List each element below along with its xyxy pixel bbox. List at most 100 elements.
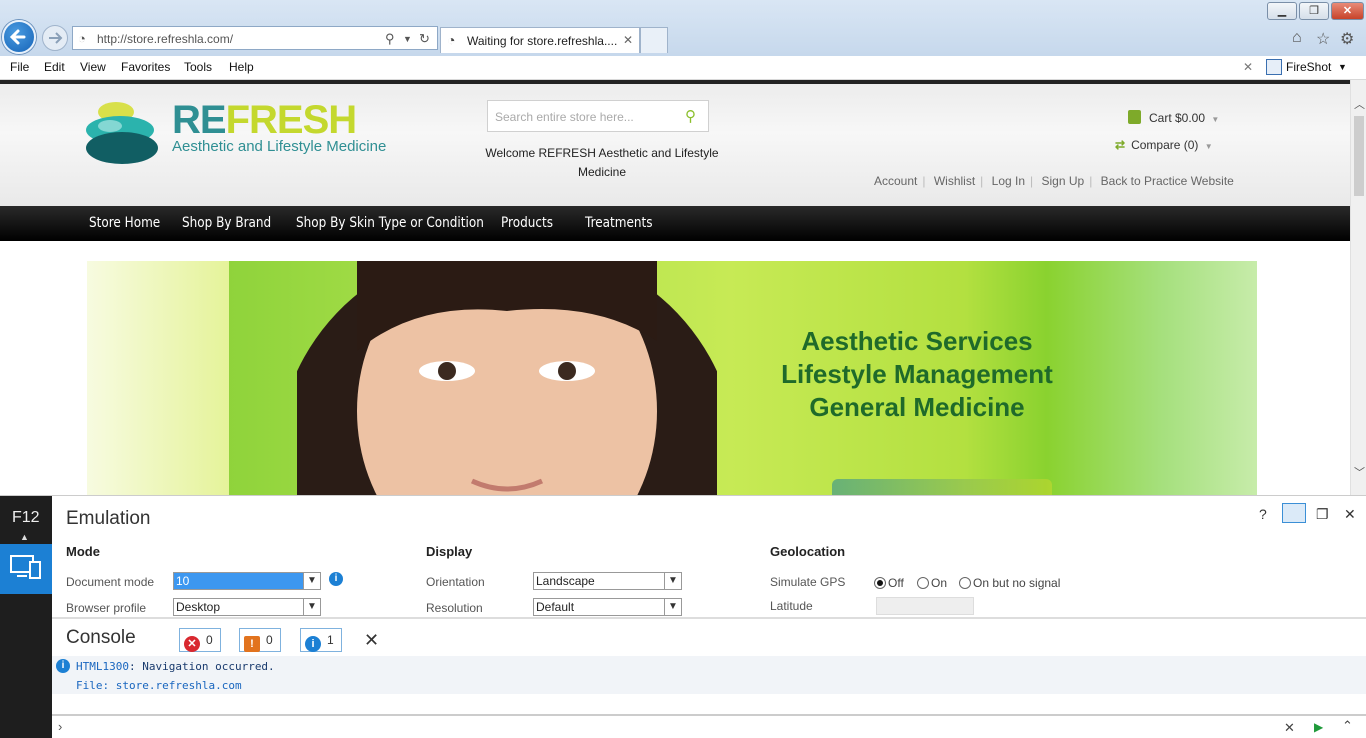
close-window-button[interactable]: ✕ <box>1331 2 1364 20</box>
store-header: REFRESH Aesthetic and Lifestyle Medicine… <box>0 80 1350 206</box>
account-link[interactable]: Account <box>874 174 917 188</box>
simulate-gps-label: Simulate GPS <box>770 575 846 589</box>
gear-icon[interactable]: ⚙ <box>1340 29 1354 49</box>
store-search-input[interactable]: Search entire store here... ⚲ <box>487 100 709 132</box>
search-icon[interactable]: ⚲ <box>685 107 696 125</box>
scroll-thumb[interactable] <box>1354 116 1364 196</box>
error-icon: ✕ <box>184 636 200 652</box>
info-icon: i <box>56 659 70 673</box>
console-message: HTML1300: Navigation occurred. <box>76 660 275 673</box>
errors-filter-button[interactable]: ✕ 0 <box>179 628 221 652</box>
home-icon[interactable]: ⌂ <box>1292 29 1302 47</box>
info-icon[interactable]: i <box>329 572 343 586</box>
emulation-title: Emulation <box>66 508 151 529</box>
back-to-practice-link[interactable]: Back to Practice Website <box>1101 174 1234 188</box>
display-section-title: Display <box>426 544 473 559</box>
chevron-down-icon: ▼ <box>1211 115 1220 124</box>
web-page: REFRESH Aesthetic and Lifestyle Medicine… <box>0 80 1350 495</box>
header-links: Account | Wishlist | Log In | Sign Up | Back… <box>874 174 1234 188</box>
resolution-select[interactable]: Default ▼ <box>533 598 682 616</box>
nav-treatments[interactable]: Treatments <box>585 215 653 231</box>
fireshot-dropdown-icon[interactable]: ▼ <box>1338 62 1347 72</box>
minimize-button[interactable]: ▁ <box>1267 2 1297 20</box>
menu-file[interactable]: File <box>10 60 29 74</box>
login-link[interactable]: Log In <box>992 174 1025 188</box>
info-filter-button[interactable]: i1 <box>300 628 342 652</box>
f12-label: F12 <box>12 509 40 526</box>
menu-edit[interactable]: Edit <box>44 60 65 74</box>
restore-button[interactable]: ❐ <box>1299 2 1329 20</box>
page-scrollbar[interactable]: ︿ ﹀ <box>1350 80 1366 495</box>
cart-label: Cart $0.00 <box>1149 111 1206 125</box>
compare-label: Compare (0) <box>1131 138 1199 152</box>
orientation-select[interactable]: Landscape ▼ <box>533 572 682 590</box>
gps-no-signal-radio[interactable]: On but no signal <box>959 576 1060 590</box>
console-splitter[interactable] <box>52 617 1366 619</box>
favorites-star-icon[interactable]: ☆ <box>1316 29 1330 49</box>
wishlist-link[interactable]: Wishlist <box>934 174 975 188</box>
signup-link[interactable]: Sign Up <box>1041 174 1084 188</box>
fireshot-icon <box>1266 59 1282 75</box>
warnings-filter-button[interactable]: ! 0 <box>239 628 281 652</box>
chevron-down-icon: ▼ <box>303 573 320 589</box>
new-tab-button[interactable] <box>640 27 668 53</box>
browser-profile-select[interactable]: Desktop ▼ <box>173 598 321 616</box>
close-tab-icon[interactable]: ✕ <box>623 33 633 47</box>
compare-arrows-icon: ⇄ <box>1115 138 1126 152</box>
expand-input-icon[interactable]: ⌃ <box>1342 718 1353 734</box>
nav-shop-by-skin-type[interactable]: Shop By Skin Type or Condition <box>296 215 484 231</box>
emulation-tool-tab[interactable] <box>0 544 52 594</box>
close-toolbar-icon[interactable]: ✕ <box>1243 60 1253 74</box>
hero-banner[interactable]: Aesthetic Services Lifestyle Management … <box>87 261 1257 495</box>
banner-line-1: Aesthetic Services <box>801 326 1033 356</box>
warning-icon: ! <box>244 636 260 652</box>
menu-tools[interactable]: Tools <box>184 60 212 74</box>
dropdown-arrow-icon[interactable]: ▼ <box>403 34 412 44</box>
undock-icon[interactable]: ❐ <box>1316 506 1329 523</box>
console-file-link[interactable]: File: store.refreshla.com <box>76 679 242 692</box>
tab-loading-icon: ◔ <box>447 32 456 48</box>
browser-profile-value: Desktop <box>176 600 221 614</box>
menu-help[interactable]: Help <box>229 60 254 74</box>
chevron-down-icon: ▼ <box>664 573 681 589</box>
logo-wordmark: REFRESH <box>172 98 357 143</box>
clear-console-icon[interactable]: ✕ <box>364 630 379 651</box>
devtools-panel: F12 ▲ Emulation ? ❐ ✕ Mode Display Geolo… <box>0 495 1366 738</box>
run-icon[interactable]: ▶ <box>1314 720 1323 734</box>
latitude-input[interactable] <box>876 597 974 615</box>
browser-tab[interactable]: ◔ Waiting for store.refreshla.... ✕ <box>440 27 640 53</box>
address-bar[interactable]: ◔ http://store.refreshla.com/ ⚲ ▼ ↻ <box>72 26 438 50</box>
console-input[interactable]: › ✕ ▶ ⌃ <box>52 714 1366 738</box>
banner-logo-partial <box>832 479 1052 495</box>
forward-button[interactable] <box>42 25 68 51</box>
nav-shop-by-brand[interactable]: Shop By Brand <box>182 215 271 231</box>
fireshot-button[interactable]: FireShot <box>1286 60 1331 74</box>
warnings-count: 0 <box>266 633 273 647</box>
nav-store-home[interactable]: Store Home <box>89 215 160 231</box>
nav-products[interactable]: Products <box>501 215 553 231</box>
logo-subtitle: Aesthetic and Lifestyle Medicine <box>172 138 387 155</box>
compare-link[interactable]: ⇄ Compare (0) ▼ <box>1115 138 1213 152</box>
address-text[interactable]: http://store.refreshla.com/ <box>97 32 233 46</box>
banner-headline: Aesthetic Services Lifestyle Management … <box>737 325 1097 424</box>
document-mode-select[interactable]: 10 ▼ <box>173 572 321 590</box>
geolocation-section-title: Geolocation <box>770 544 846 559</box>
close-devtools-icon[interactable]: ✕ <box>1344 506 1356 523</box>
gps-on-radio[interactable]: On <box>917 576 947 590</box>
clear-input-icon[interactable]: ✕ <box>1284 720 1295 736</box>
refresh-icon[interactable]: ↻ <box>419 31 430 47</box>
scroll-up-icon[interactable]: ︿ <box>1354 96 1365 112</box>
scroll-down-icon[interactable]: ﹀ <box>1354 464 1365 480</box>
info-icon: i <box>305 636 321 652</box>
gps-off-radio[interactable]: Off <box>874 576 904 590</box>
console-code[interactable]: HTML1300 <box>76 660 129 673</box>
console-toggle-icon[interactable] <box>1282 503 1306 523</box>
collapse-arrow-icon[interactable]: ▲ <box>20 532 29 542</box>
help-icon[interactable]: ? <box>1259 506 1267 522</box>
menu-view[interactable]: View <box>80 60 106 74</box>
search-icon[interactable]: ⚲ <box>385 31 395 47</box>
back-button[interactable] <box>2 20 36 54</box>
menu-favorites[interactable]: Favorites <box>121 60 170 74</box>
cart-link[interactable]: Cart $0.00 ▼ <box>1128 110 1219 125</box>
console-title: Console <box>66 627 136 648</box>
